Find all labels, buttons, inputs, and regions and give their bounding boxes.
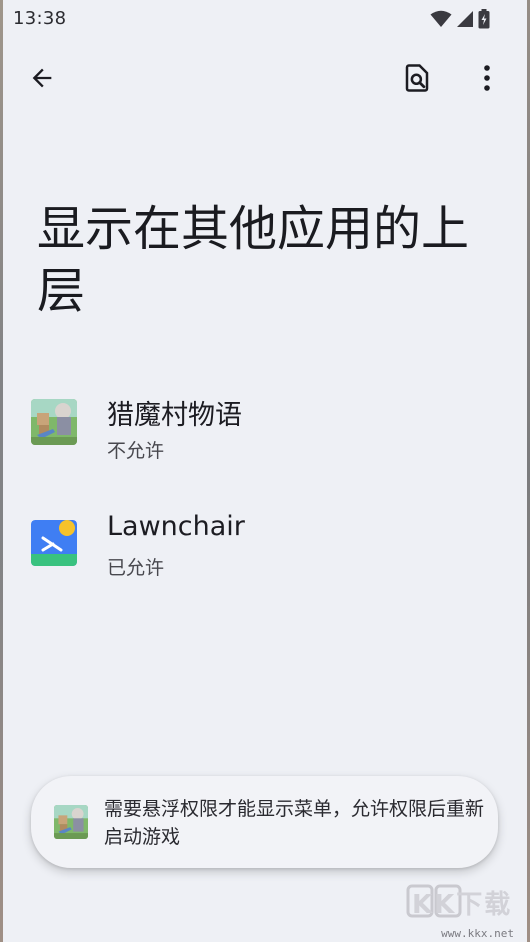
more-options-button[interactable] xyxy=(463,54,511,102)
signal-icon xyxy=(457,11,473,27)
app-permission-status: 已允许 xyxy=(107,557,165,579)
game-app-icon xyxy=(31,399,77,445)
status-icons xyxy=(430,9,490,29)
more-vert-icon xyxy=(484,65,490,91)
app-row-lawnchair[interactable]: Lawnchair 已允许 xyxy=(0,496,530,596)
status-time: 13:38 xyxy=(13,8,67,29)
app-name: Lawnchair xyxy=(107,511,245,542)
search-button[interactable] xyxy=(393,54,441,102)
game-app-icon xyxy=(54,805,88,839)
battery-charging-icon xyxy=(478,9,490,29)
app-permission-status: 不允许 xyxy=(107,440,165,462)
app-name: 猎魔村物语 xyxy=(107,400,242,431)
toast-message: 需要悬浮权限才能显示菜单，允许权限后重新启动游戏 xyxy=(31,776,498,868)
toolbar xyxy=(0,50,530,106)
watermark-url: www.kkx.net xyxy=(441,927,514,940)
app-row-hunting-village[interactable]: 猎魔村物语 不允许 xyxy=(0,378,530,478)
lawnchair-app-icon xyxy=(31,520,77,566)
wifi-icon xyxy=(430,10,452,27)
back-button[interactable] xyxy=(18,54,66,102)
arrow-back-icon xyxy=(32,68,52,88)
page-title: 显示在其他应用的上层 xyxy=(37,201,470,319)
toast-text: 需要悬浮权限才能显示菜单，允许权限后重新启动游戏 xyxy=(104,798,485,848)
search-in-page-icon xyxy=(405,64,429,92)
status-bar: 13:38 xyxy=(0,0,530,38)
app-screen: 13:38 显示在其他应用的上层 猎魔村物语 不允许 Lawnchair 已允许… xyxy=(0,0,530,942)
watermark-text: KK下载 xyxy=(412,890,513,920)
